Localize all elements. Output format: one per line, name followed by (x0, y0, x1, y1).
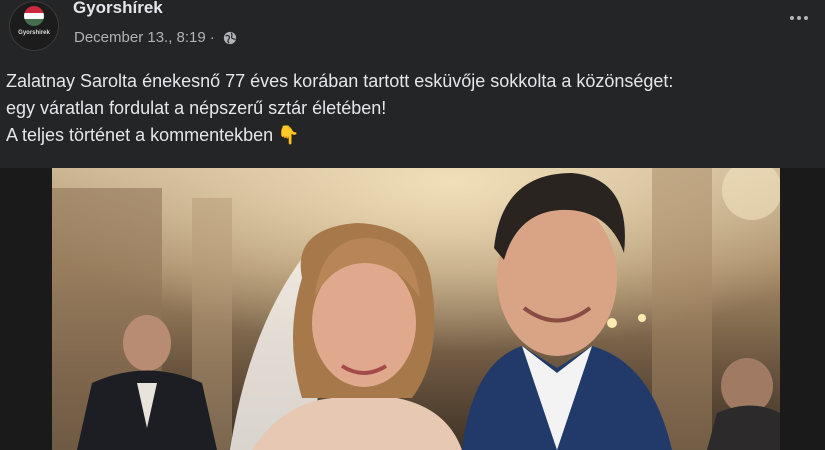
post-text-line-3: A teljes történet a kommentekben 👇 (6, 122, 821, 149)
wedding-photo-illustration (52, 168, 780, 450)
hungarian-flag-logo (24, 6, 44, 26)
post-meta: December 13., 8:19 · (74, 29, 237, 46)
post-text-line-2: egy váratlan fordulat a népszerű sztár é… (6, 98, 387, 118)
post-text-line-1: Zalatnay Sarolta énekesnő 77 éves korába… (6, 71, 674, 91)
meta-separator: · (209, 29, 215, 46)
post-header: Gyorshirek Gyorshírek December 13., 8:19… (0, 0, 825, 60)
post-photo[interactable] (52, 168, 780, 450)
more-options-icon[interactable] (787, 6, 811, 30)
page-name-link[interactable]: Gyorshírek (73, 0, 163, 18)
post-timestamp[interactable]: December 13., 8:19 (74, 29, 206, 46)
post-text: Zalatnay Sarolta énekesnő 77 éves korába… (6, 68, 821, 149)
post-text-line-3-label: A teljes történet a kommentekben (6, 125, 274, 145)
avatar-logo-text: Gyorshirek (18, 30, 50, 36)
page-avatar[interactable]: Gyorshirek (10, 2, 58, 50)
pointing-down-emoji: 👇 (277, 125, 300, 145)
globe-icon[interactable] (223, 31, 237, 45)
